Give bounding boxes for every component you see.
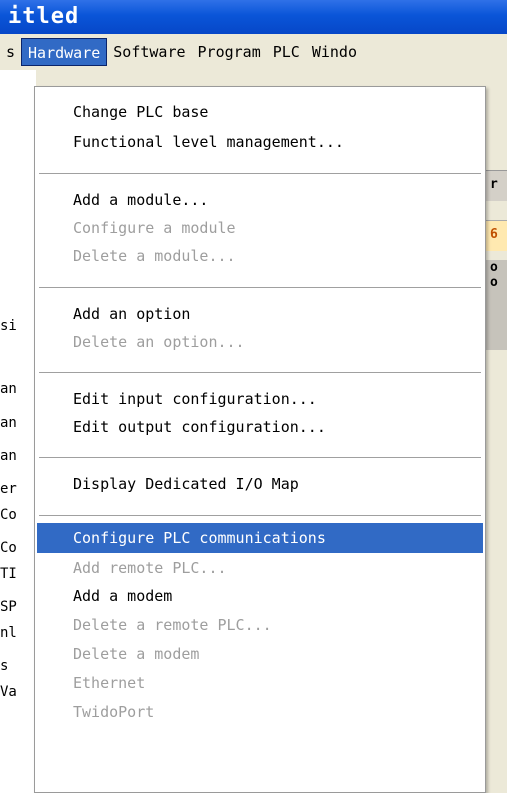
menu-window[interactable]: Windo [306, 38, 363, 66]
menu-separator [39, 287, 481, 289]
bg-label: an [0, 381, 17, 397]
bg-label: si [0, 318, 17, 334]
menu-plc[interactable]: PLC [267, 38, 306, 66]
window-title: itled [0, 0, 507, 34]
menu-item-functional-level[interactable]: Functional level management... [37, 127, 483, 157]
menu-partial-left[interactable]: s [0, 38, 21, 66]
bg-label: er [0, 481, 17, 497]
menu-item-change-plc-base[interactable]: Change PLC base [37, 97, 483, 127]
menu-item-edit-input-config[interactable]: Edit input configuration... [37, 384, 483, 414]
menu-separator [39, 173, 481, 175]
hardware-dropdown-menu: Change PLC base Functional level managem… [34, 86, 486, 793]
bg-label: an [0, 448, 17, 464]
bg-label: nl [0, 625, 17, 641]
menu-item-configure-plc-comms[interactable]: Configure PLC communications [37, 523, 483, 553]
menu-item-delete-remote-plc[interactable]: Delete a remote PLC... [37, 610, 483, 640]
menu-item-configure-module[interactable]: Configure a module [37, 213, 483, 243]
bg-label: SP [0, 599, 17, 615]
menu-program[interactable]: Program [192, 38, 267, 66]
menu-item-add-remote-plc[interactable]: Add remote PLC... [37, 553, 483, 583]
menu-item-display-io-map[interactable]: Display Dedicated I/O Map [37, 469, 483, 499]
menu-separator [39, 457, 481, 459]
bg-label: s [0, 658, 9, 674]
menu-bar: s Hardware Software Program PLC Windo [0, 34, 507, 70]
bg-tab: 6 [486, 220, 507, 251]
menu-item-ethernet[interactable]: Ethernet [37, 668, 483, 698]
menu-item-delete-module[interactable]: Delete a module... [37, 241, 483, 271]
menu-item-add-modem[interactable]: Add a modem [37, 581, 483, 611]
bg-label: an [0, 415, 17, 431]
background-right-panel: r 6 o o [486, 70, 507, 793]
menu-item-delete-modem[interactable]: Delete a modem [37, 639, 483, 669]
menu-item-edit-output-config[interactable]: Edit output configuration... [37, 412, 483, 442]
bg-tab: r [486, 170, 507, 201]
bg-label: TI [0, 566, 17, 582]
menu-item-twidoport[interactable]: TwidoPort [37, 697, 483, 727]
menu-software[interactable]: Software [107, 38, 191, 66]
menu-separator [39, 372, 481, 374]
bg-label: Co [0, 540, 17, 556]
bg-label: Va [0, 684, 17, 700]
menu-hardware[interactable]: Hardware [21, 38, 108, 66]
bg-panel: o o [486, 260, 507, 350]
menu-item-add-module[interactable]: Add a module... [37, 185, 483, 215]
menu-item-add-option[interactable]: Add an option [37, 299, 483, 329]
menu-separator [39, 515, 481, 517]
menu-item-delete-option[interactable]: Delete an option... [37, 327, 483, 357]
bg-label: Co [0, 507, 17, 523]
